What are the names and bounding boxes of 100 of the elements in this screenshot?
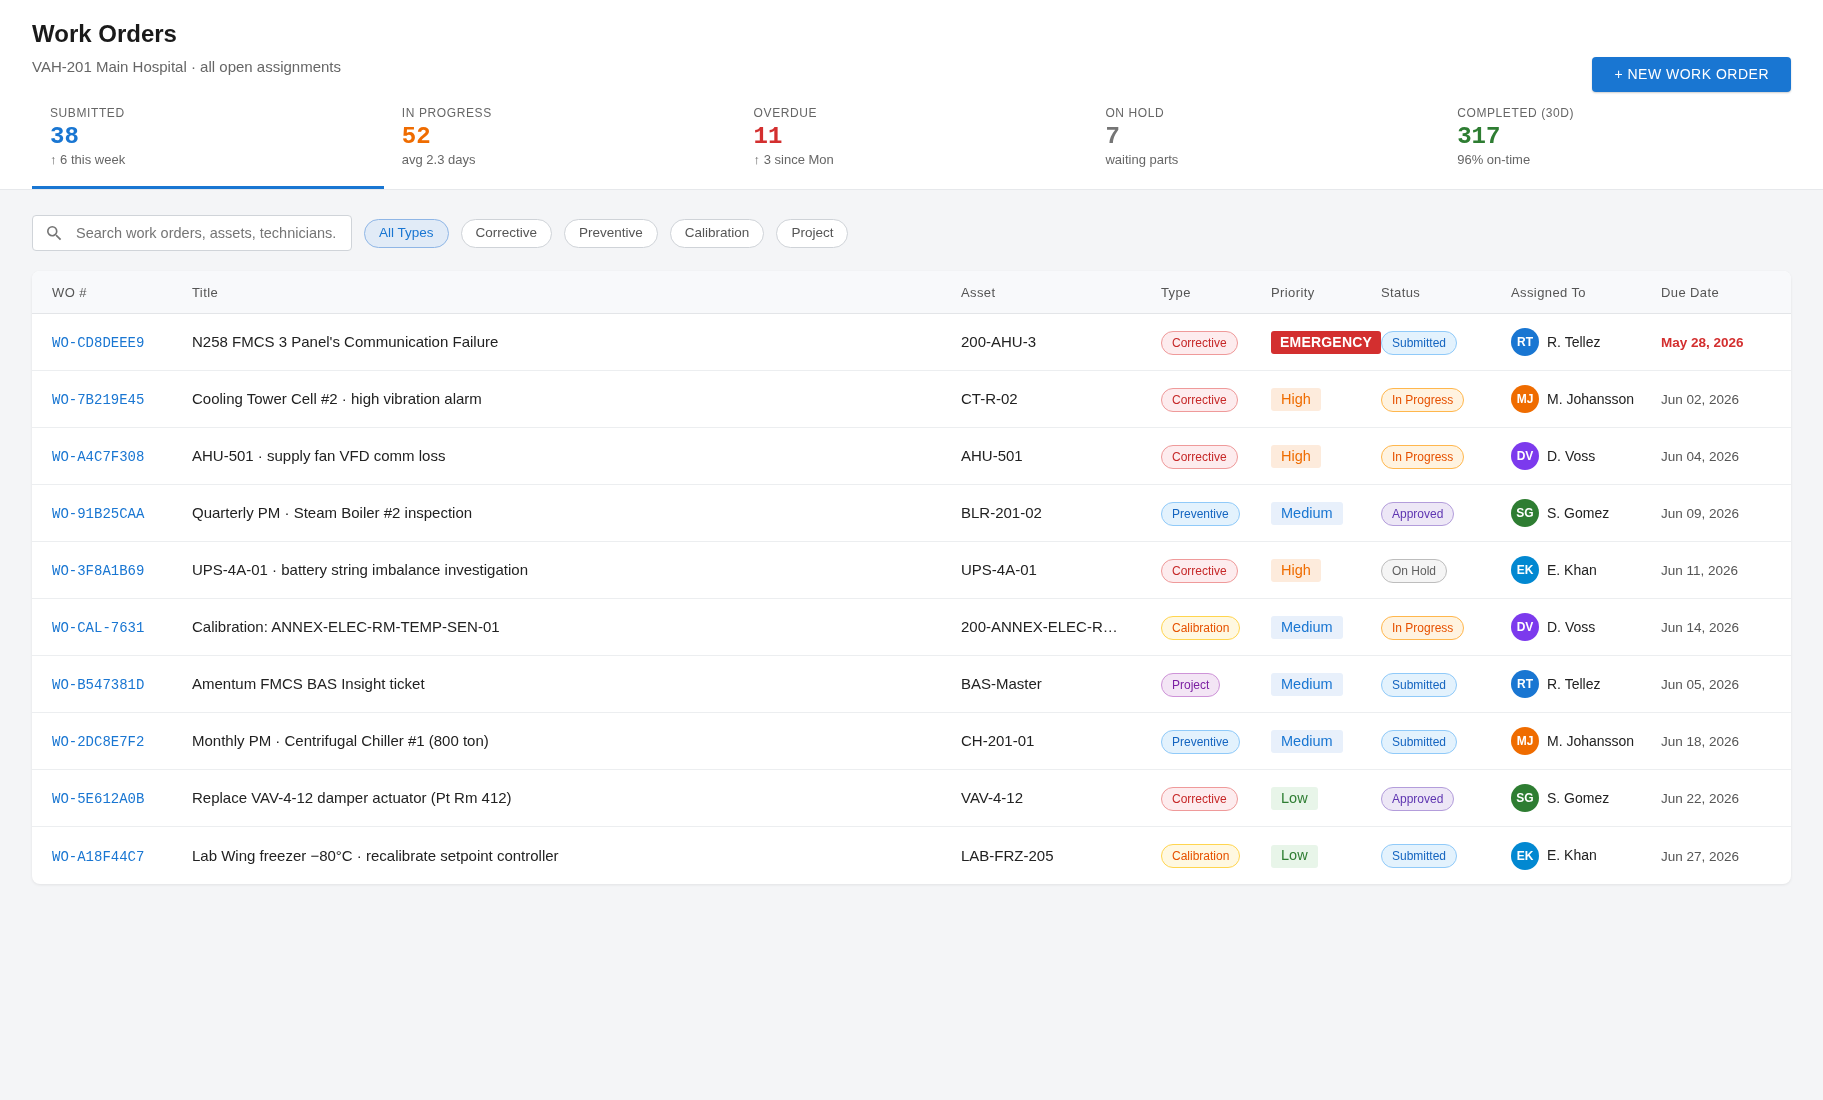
title-text: Replace VAV-4-12 damper actuator (Pt Rm 412)	[192, 789, 512, 806]
asset-text: UPS-4A-01	[961, 561, 1037, 578]
priority-badge: High	[1271, 559, 1321, 583]
stat-value: 11	[753, 123, 784, 151]
priority-badge: High	[1271, 388, 1321, 412]
type-badge: Preventive	[1161, 729, 1240, 754]
status-badge: In Progress	[1381, 444, 1465, 469]
due-date-text: May 28, 2026	[1661, 335, 1744, 350]
assignee-name: S. Gomez	[1547, 788, 1610, 808]
status-badge: Approved	[1381, 501, 1455, 526]
stat-label: ON HOLD	[1105, 105, 1166, 121]
type-badge: Project	[1161, 672, 1221, 697]
column-header: Status	[1381, 285, 1421, 300]
work-order-link[interactable]: WO-CAL-7631	[52, 620, 145, 636]
priority-badge: Medium	[1271, 502, 1343, 526]
column-header: Type	[1161, 285, 1191, 300]
asset-text: CH-201-01	[961, 732, 1035, 749]
status-badge: Submitted	[1381, 330, 1458, 355]
priority-badge: Medium	[1271, 616, 1343, 640]
title-text: UPS-4A-01 · battery string imbalance investigation	[192, 561, 528, 578]
avatar: EK	[1511, 841, 1539, 870]
stat-tab[interactable]: COMPLETED (30D) 317 96% on-time	[1439, 92, 1791, 189]
priority-badge: High	[1271, 445, 1321, 469]
assignee-name: E. Khan	[1547, 846, 1597, 865]
stat-label: OVERDUE	[753, 105, 819, 121]
stat-label: IN PROGRESS	[401, 105, 493, 121]
type-badge: Calibration	[1161, 615, 1241, 640]
stat-tab[interactable]: IN PROGRESS 52 avg 2.3 days	[383, 92, 736, 189]
new-work-order-button[interactable]: + NEW WORK ORDER	[1592, 57, 1791, 92]
avatar: RT	[1511, 328, 1539, 356]
due-date-text: Jun 02, 2026	[1661, 392, 1740, 407]
stat-tab[interactable]: SUBMITTED 38 ↑ 6 this week	[32, 92, 384, 189]
type-filter-chip[interactable]: Project	[776, 218, 849, 248]
type-filter-chip[interactable]: Corrective	[460, 218, 553, 248]
title-text: N258 FMCS 3 Panel's Communication Failure	[192, 333, 499, 350]
asset-text: VAV-4-12	[961, 789, 1023, 806]
title-text: Quarterly PM · Steam Boiler #2 inspection	[192, 504, 473, 521]
avatar: MJ	[1511, 385, 1539, 413]
status-badge: In Progress	[1381, 387, 1465, 412]
type-badge: Corrective	[1161, 786, 1238, 811]
type-badge: Corrective	[1161, 330, 1238, 355]
asset-text: LAB-FRZ-205	[961, 846, 1054, 864]
type-badge: Corrective	[1161, 558, 1238, 583]
title-text: Monthly PM · Centrifugal Chiller #1 (800 ton)	[192, 732, 489, 749]
assignee-name: E. Khan	[1547, 560, 1597, 580]
due-date-text: Jun 11, 2026	[1661, 563, 1739, 578]
assignee-name: S. Gomez	[1547, 503, 1610, 523]
asset-text: 200-ANNEX-ELEC-R…	[961, 618, 1118, 635]
column-header: WO #	[52, 285, 87, 300]
type-filter-chip[interactable]: All Types	[364, 218, 449, 248]
page-title: Work Orders	[32, 19, 178, 49]
work-order-link[interactable]: WO-A4C7F308	[52, 449, 145, 465]
due-date-text: Jun 14, 2026	[1661, 620, 1740, 635]
column-header: Title	[192, 285, 219, 300]
assignee-name: M. Johansson	[1547, 731, 1635, 751]
avatar: DV	[1511, 613, 1539, 641]
stat-value: 52	[401, 123, 432, 151]
type-filter-chip[interactable]: Calibration	[669, 218, 765, 248]
priority-badge: Medium	[1271, 730, 1343, 754]
assignee-name: R. Tellez	[1547, 674, 1601, 694]
title-text: AHU-501 · supply fan VFD comm loss	[192, 447, 446, 464]
due-date-text: Jun 18, 2026	[1661, 734, 1740, 749]
priority-badge: Low	[1271, 844, 1318, 868]
stat-value: 38	[50, 123, 80, 151]
title-text: Amentum FMCS BAS Insight ticket	[192, 675, 425, 692]
stat-note: ↑ 3 since Mon	[753, 151, 835, 169]
stat-tab[interactable]: OVERDUE 11 ↑ 3 since Mon	[735, 92, 1088, 189]
due-date-text: Jun 05, 2026	[1661, 677, 1740, 692]
assignee-name: D. Voss	[1547, 446, 1596, 466]
work-order-link[interactable]: WO-A18F44C7	[52, 848, 145, 865]
due-date-text: Jun 22, 2026	[1661, 791, 1740, 806]
due-date-text: Jun 09, 2026	[1661, 506, 1740, 521]
priority-badge: EMERGENCY	[1271, 331, 1382, 354]
priority-badge: Medium	[1271, 673, 1343, 697]
work-order-link[interactable]: WO-3F8A1B69	[52, 563, 145, 579]
column-header: Priority	[1271, 285, 1315, 300]
work-order-link[interactable]: WO-2DC8E7F2	[52, 734, 145, 750]
work-order-link[interactable]: WO-B547381D	[52, 677, 145, 693]
stat-label: SUBMITTED	[50, 105, 126, 121]
assignee-name: M. Johansson	[1547, 389, 1635, 409]
search-field[interactable]: Search work orders, assets, technicians.	[32, 215, 352, 251]
stat-value: 7	[1105, 123, 1121, 151]
asset-text: BAS-Master	[961, 675, 1042, 692]
assignee-name: D. Voss	[1547, 617, 1596, 637]
title-text: Lab Wing freezer −80°C · recalibrate setpoint controller	[192, 846, 559, 864]
due-date-text: Jun 04, 2026	[1661, 449, 1740, 464]
due-date-text: Jun 27, 2026	[1661, 848, 1740, 864]
status-badge: Submitted	[1381, 672, 1458, 697]
stat-note: 96% on-time	[1457, 151, 1532, 169]
stat-tab[interactable]: ON HOLD 7 waiting parts	[1087, 92, 1440, 189]
type-badge: Preventive	[1161, 501, 1240, 526]
work-order-link[interactable]: WO-5E612A0B	[52, 791, 145, 807]
title-text: Cooling Tower Cell #2 · high vibration alarm	[192, 390, 482, 407]
work-order-link[interactable]: WO-7B219E45	[52, 392, 145, 408]
work-order-link[interactable]: WO-CD8DEEE9	[52, 335, 145, 351]
stat-note: ↑ 6 this week	[50, 151, 127, 169]
status-badge: In Progress	[1381, 615, 1465, 640]
type-filter-chip[interactable]: Preventive	[564, 218, 658, 248]
work-order-link[interactable]: WO-91B25CAA	[52, 506, 145, 522]
asset-text: CT-R-02	[961, 390, 1018, 407]
